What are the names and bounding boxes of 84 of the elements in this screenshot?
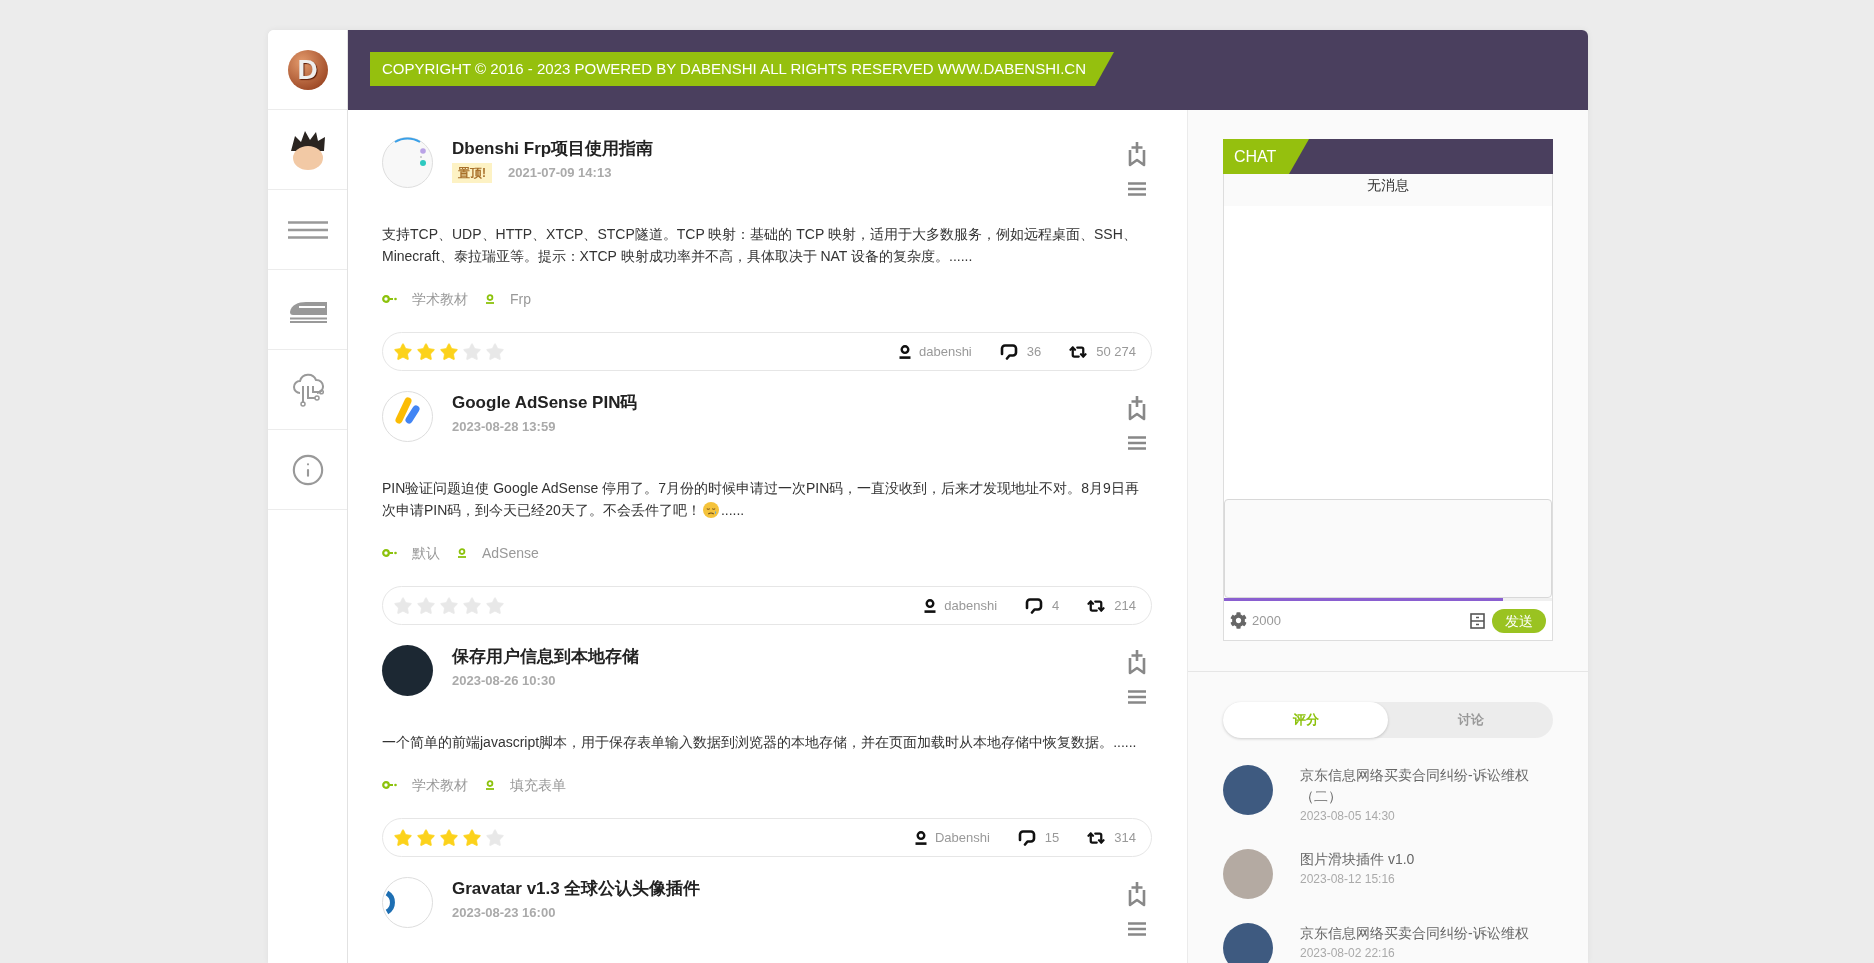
view-count: 50 274 <box>1096 342 1136 361</box>
user-icon <box>485 780 495 790</box>
post-excerpt: PIN验证问题迫使 Google AdSense 停用了。7月份的时候申请过一次PIN码，一直没收到，后来才发现地址不对。8月9日再次申请PIN码，到今天已经20天了。不会丢件了吧！ ...... <box>382 479 1140 520</box>
thumbnail-drawing <box>382 137 433 188</box>
drawer-icon[interactable] <box>1470 612 1485 629</box>
photo-placeholder <box>382 645 433 696</box>
pinned-badge: 置顶! <box>452 163 492 183</box>
post-title[interactable]: Gravatar v1.3 全球公认头像插件 <box>452 877 701 901</box>
key-icon <box>382 549 397 557</box>
article-date: 2023-08-02 22:16 <box>1300 945 1396 962</box>
bookmark-plus-icon[interactable] <box>1127 141 1147 167</box>
comment-count: 15 <box>1044 828 1060 847</box>
photo-placeholder <box>1223 849 1273 899</box>
author-link[interactable]: Dabenshi <box>934 827 990 848</box>
character-counter: 2000 <box>1252 611 1281 630</box>
user-icon <box>485 294 495 304</box>
star-rating[interactable] <box>393 341 505 362</box>
thumbnail-drawing <box>382 877 433 928</box>
post-date: 2021-07-09 14:13 <box>508 164 612 183</box>
post-title[interactable]: Dbenshi Frp项目使用指南 <box>452 137 654 161</box>
category-link[interactable]: 默认 <box>412 542 440 564</box>
tag-link[interactable]: AdSense <box>482 542 539 564</box>
photo-placeholder <box>1223 765 1273 815</box>
sad-face-icon <box>702 502 719 518</box>
info-icon[interactable] <box>290 452 325 487</box>
settings-icon[interactable] <box>1230 612 1247 629</box>
chat-title: CHAT <box>1223 139 1309 174</box>
post-date: 2023-08-23 16:00 <box>452 904 556 923</box>
menu-icon[interactable] <box>1128 436 1146 450</box>
article-date: 2023-08-05 14:30 <box>1300 808 1396 825</box>
menu-icon[interactable] <box>1128 922 1146 936</box>
bookmark-plus-icon[interactable] <box>1127 395 1147 421</box>
star-icon[interactable] <box>416 827 436 848</box>
post-excerpt: 一个简单的前端javascript脚本，用于保存表单输入数据到浏览器的本地存储，并在页面加载时从本地存储中恢复数据。...... <box>382 733 1138 752</box>
category-link[interactable]: 学术教材 <box>412 774 468 796</box>
comment-icon <box>1017 829 1036 846</box>
author-link[interactable]: dabenshi <box>944 595 998 616</box>
message-input[interactable] <box>1224 499 1552 598</box>
menu-icon[interactable] <box>1128 182 1146 196</box>
view-count: 214 <box>1114 596 1136 615</box>
tab[interactable]: 评分 <box>1223 702 1388 738</box>
view-count: 314 <box>1114 828 1136 847</box>
star-rating[interactable] <box>393 827 505 848</box>
cloud-circuit-icon[interactable] <box>291 372 324 407</box>
article-title[interactable]: 京东信息网络买卖合同纠纷-诉讼维权（二） <box>1300 765 1553 807</box>
user-icon <box>914 830 927 845</box>
send-button[interactable]: 发送 <box>1492 608 1546 633</box>
comment-icon <box>1025 597 1044 614</box>
photo-placeholder <box>1223 923 1273 963</box>
site-logo[interactable]: D <box>287 49 328 90</box>
article-title[interactable]: 京东信息网络买卖合同纠纷-诉讼维权 <box>1300 923 1553 944</box>
star-icon[interactable] <box>416 341 436 362</box>
star-icon[interactable] <box>439 827 459 848</box>
tag-link[interactable]: 填充表单 <box>510 774 566 796</box>
menu-icon[interactable] <box>287 220 328 239</box>
bookmark-plus-icon[interactable] <box>1127 881 1147 907</box>
thumbnail-drawing <box>382 391 433 442</box>
copyright-banner: COPYRIGHT © 2016 - 2023 POWERED BY DABENSHI ALL RIGHTS RESERVED WWW.DABENSHI.CN <box>370 52 1114 86</box>
menu-icon[interactable] <box>1128 690 1146 704</box>
post-title[interactable]: Google AdSense PIN码 <box>452 391 638 415</box>
user-icon <box>457 548 467 558</box>
comment-count: 4 <box>1052 596 1060 615</box>
key-icon <box>382 781 397 789</box>
user-icon <box>924 598 937 613</box>
user-icon <box>899 344 911 359</box>
article-date: 2023-08-12 15:16 <box>1300 871 1396 888</box>
chat-status: 无消息 <box>1224 174 1552 206</box>
comment-icon <box>999 343 1018 360</box>
post-date: 2023-08-28 13:59 <box>452 418 556 437</box>
article-title[interactable]: 图片滑块插件 v1.0 <box>1300 849 1553 870</box>
comment-count: 36 <box>1026 342 1042 361</box>
post-title[interactable]: 保存用户信息到本地存储 <box>452 645 639 669</box>
bookmark-plus-icon[interactable] <box>1127 649 1147 675</box>
category-link[interactable]: 学术教材 <box>412 288 468 310</box>
star-icon[interactable] <box>439 341 459 362</box>
star-icon[interactable] <box>393 341 413 362</box>
author-link[interactable]: dabenshi <box>919 341 972 362</box>
star-icon[interactable] <box>393 827 413 848</box>
key-icon <box>382 295 397 303</box>
star-icon[interactable] <box>462 827 482 848</box>
tag-link[interactable]: Frp <box>510 288 531 310</box>
post-excerpt: 支持TCP、UDP、HTTP、XTCP、STCP隧道。TCP 映射：基础的 TCP 映射，适用于大多数服务，例如远程桌面、SSH、Minecraft、泰拉瑞亚等。提示：XTCP 映射成功率并不高，具体取决于 NAT 设备的复杂度。...... <box>382 225 1138 266</box>
post-date: 2023-08-26 10:30 <box>452 672 556 691</box>
tab[interactable]: 讨论 <box>1388 702 1553 738</box>
